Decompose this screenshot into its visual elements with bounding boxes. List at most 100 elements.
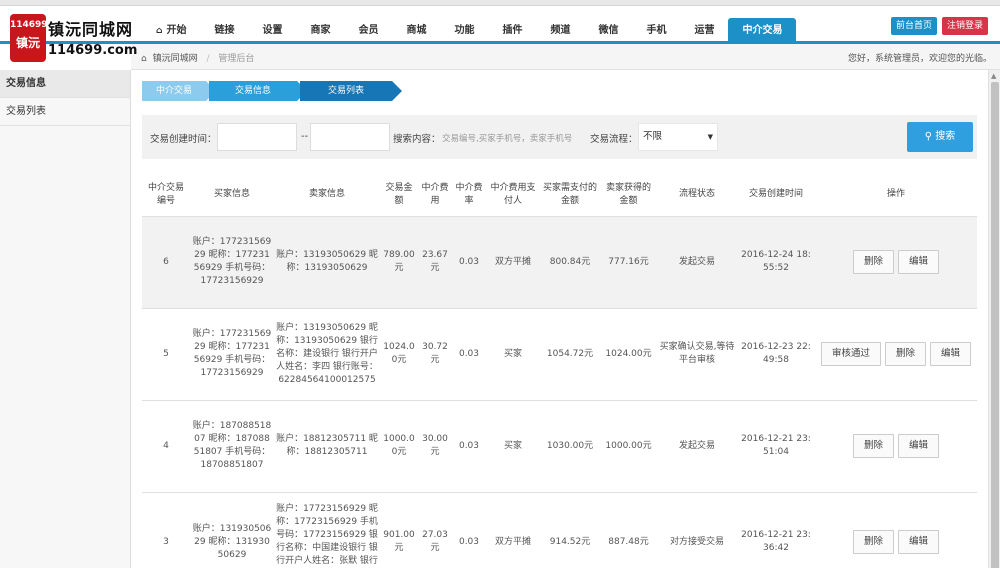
cell-buyer: 账户：17723156929 昵称：17723156929 手机号码：17723… — [190, 307, 274, 400]
delete-button[interactable]: 删除 — [852, 250, 894, 274]
cell-rate: 0.03 — [452, 491, 486, 568]
nav-item-6[interactable]: 功能 — [440, 18, 488, 44]
cell-fee: 23.67元 — [418, 215, 452, 308]
nav-item-8[interactable]: 频道 — [536, 18, 584, 44]
trade-table: 中介交易编号 买家信息 卖家信息 交易金额 中介费用 中介费率 中介费用支付人 买家需支付的金… — [142, 174, 977, 568]
cell-status: 买家确认交易,等待平台审核 — [657, 307, 737, 400]
edit-button[interactable]: 编辑 — [898, 530, 940, 555]
nav-item-7[interactable]: 插件 — [488, 18, 536, 44]
step-trade-info[interactable]: 交易信息 — [209, 81, 307, 101]
cell-actions: 审核通过 删除 编辑 — [815, 307, 977, 400]
cell-buyer-pay: 800.84元 — [540, 215, 600, 308]
logo-domain: 114699.com — [48, 43, 138, 58]
nav-item-9[interactable]: 微信 — [584, 18, 632, 44]
main-nav: ⌂ 开始 链接 设置 商家 会员 商城 功能 插件 频道 微信 手机 运营 中介交易 — [142, 18, 797, 44]
flow-select[interactable]: 不限 ▼ — [638, 123, 718, 151]
cell-rate: 0.03 — [452, 399, 486, 492]
cell-created: 2016-12-21 23:51:04 — [737, 399, 815, 492]
logo-title: 镇沅同城网 — [48, 20, 134, 39]
nav-item-label: 开始 — [166, 25, 187, 36]
table-row: 3 账户：13193050629 昵称：13193050629 账户：1772315… — [142, 491, 977, 568]
start-time-input[interactable] — [217, 123, 297, 151]
cell-buyer: 账户：18708851807 昵称：18708851807 手机号码：18708… — [190, 399, 274, 492]
cell-created: 2016-12-24 18:55:52 — [737, 215, 815, 308]
cell-seller-get: 777.16元 — [600, 215, 657, 308]
nav-item-5[interactable]: 商城 — [392, 18, 440, 44]
cell-fee: 30.00元 — [418, 399, 452, 492]
nav-item-4[interactable]: 会员 — [344, 18, 392, 44]
step-label: 交易列表 — [328, 86, 365, 96]
nav-item-label: 会员 — [358, 25, 379, 36]
cell-amount: 1024.00元 — [380, 307, 418, 400]
time-dash: -- — [301, 131, 309, 142]
top-header: 114699 镇沅 镇沅同城网 114699.com ⌂ 开始 链接 设置 商家 会员 商城… — [0, 6, 1000, 62]
delete-button[interactable]: 删除 — [884, 342, 926, 366]
nav-item-label: 插件 — [502, 25, 523, 36]
cell-created: 2016-12-21 23:36:42 — [737, 491, 815, 568]
cell-amount: 1000.00元 — [380, 399, 418, 492]
breadcrumb: ⌂ 镇沅同城网 / 管理后台 — [141, 51, 254, 64]
approve-button[interactable]: 审核通过 — [820, 342, 881, 366]
table-row: 4 账户：18708851807 昵称：18708851807 手机号码：1870… — [142, 399, 977, 492]
logo-badge: 114699 镇沅 — [10, 14, 48, 62]
search-button-label: 搜索 — [935, 131, 956, 142]
column-header: 卖家获得的金额 — [605, 182, 651, 206]
cell-seller: 账户：13193050629 昵称：13193050629 银行名称：建设银行 … — [274, 307, 380, 400]
cell-rate: 0.03 — [452, 215, 486, 308]
cell-payer: 双方平摊 — [486, 215, 540, 308]
cell-rate: 0.03 — [452, 307, 486, 400]
step-intermediary[interactable]: 中介交易 — [142, 81, 216, 101]
scroll-up-icon[interactable]: ▲ — [991, 72, 996, 80]
nav-item-label: 频道 — [550, 25, 571, 36]
breadcrumb-separator: / — [206, 54, 210, 64]
end-time-input[interactable] — [310, 123, 390, 151]
step-label: 中介交易 — [156, 86, 193, 96]
cell-buyer-pay: 1054.72元 — [540, 307, 600, 400]
sidebar-item-0[interactable]: 交易信息 — [0, 70, 130, 98]
sidebar-item-1[interactable]: 交易列表 — [0, 98, 130, 126]
cell-actions: 删除 编辑 — [815, 399, 977, 492]
edit-button[interactable]: 编辑 — [898, 434, 940, 458]
flow-label: 交易流程： — [590, 134, 638, 145]
caret-down-icon: ▼ — [707, 133, 713, 141]
front-page-button[interactable]: 前台首页 — [890, 17, 937, 35]
search-button[interactable]: ⚲ 搜索 — [907, 122, 973, 152]
nav-item-label: 中介交易 — [742, 25, 783, 36]
nav-item-10[interactable]: 手机 — [632, 18, 680, 44]
step-trade-list[interactable]: 交易列表 — [300, 81, 402, 101]
nav-item-1[interactable]: 链接 — [200, 18, 248, 44]
delete-button[interactable]: 删除 — [852, 434, 894, 458]
cell-buyer-pay: 914.52元 — [540, 491, 600, 568]
breadcrumb-site[interactable]: 镇沅同城网 — [153, 54, 198, 64]
cell-amount: 901.00元 — [380, 491, 418, 568]
sidebar: 交易信息 交易列表 — [0, 70, 131, 568]
column-header: 中介费用 — [421, 182, 449, 206]
column-header: 买家需支付的金额 — [542, 182, 597, 206]
column-header: 中介费率 — [455, 182, 483, 206]
site-logo[interactable]: 114699 镇沅 镇沅同城网 114699.com — [4, 8, 137, 62]
cell-payer: 买家 — [486, 399, 540, 492]
logout-button[interactable]: 注销登录 — [941, 17, 988, 35]
column-header: 流程状态 — [678, 189, 715, 200]
column-header: 中介费用支付人 — [490, 182, 536, 206]
scroll-thumb[interactable] — [991, 82, 999, 568]
cell-status: 发起交易 — [657, 399, 737, 492]
cell-buyer: 账户：13193050629 昵称：13193050629 — [190, 491, 274, 568]
cell-created: 2016-12-23 22:49:58 — [737, 307, 815, 400]
edit-button[interactable]: 编辑 — [898, 250, 940, 274]
delete-button[interactable]: 删除 — [852, 530, 894, 555]
breadcrumb-bar: ⌂ 镇沅同城网 / 管理后台 您好，系统管理员，欢迎您的光临。 — [131, 44, 1000, 70]
nav-item-label: 微信 — [598, 25, 619, 36]
main-content: 中介交易 交易信息 交易列表 交易创建时间： -- 搜索内容： 交易编号,买家手… — [131, 70, 988, 568]
table-body: 6 账户：17723156929 昵称：17723156929 手机号码：1772… — [142, 215, 977, 568]
nav-item-3[interactable]: 商家 — [296, 18, 344, 44]
edit-button[interactable]: 编辑 — [930, 342, 972, 366]
nav-item-0[interactable]: ⌂ 开始 — [142, 18, 200, 44]
page-scrollbar[interactable]: ▲ — [988, 70, 1000, 568]
nav-item-2[interactable]: 设置 — [248, 18, 296, 44]
flow-select-value: 不限 — [643, 131, 663, 142]
search-input[interactable]: 交易编号,买家手机号，卖家手机号 — [442, 132, 572, 144]
cell-seller: 账户：13193050629 昵称：13193050629 — [274, 215, 380, 308]
nav-item-11[interactable]: 运营 — [680, 18, 728, 44]
nav-item-12[interactable]: 中介交易 — [728, 18, 797, 44]
